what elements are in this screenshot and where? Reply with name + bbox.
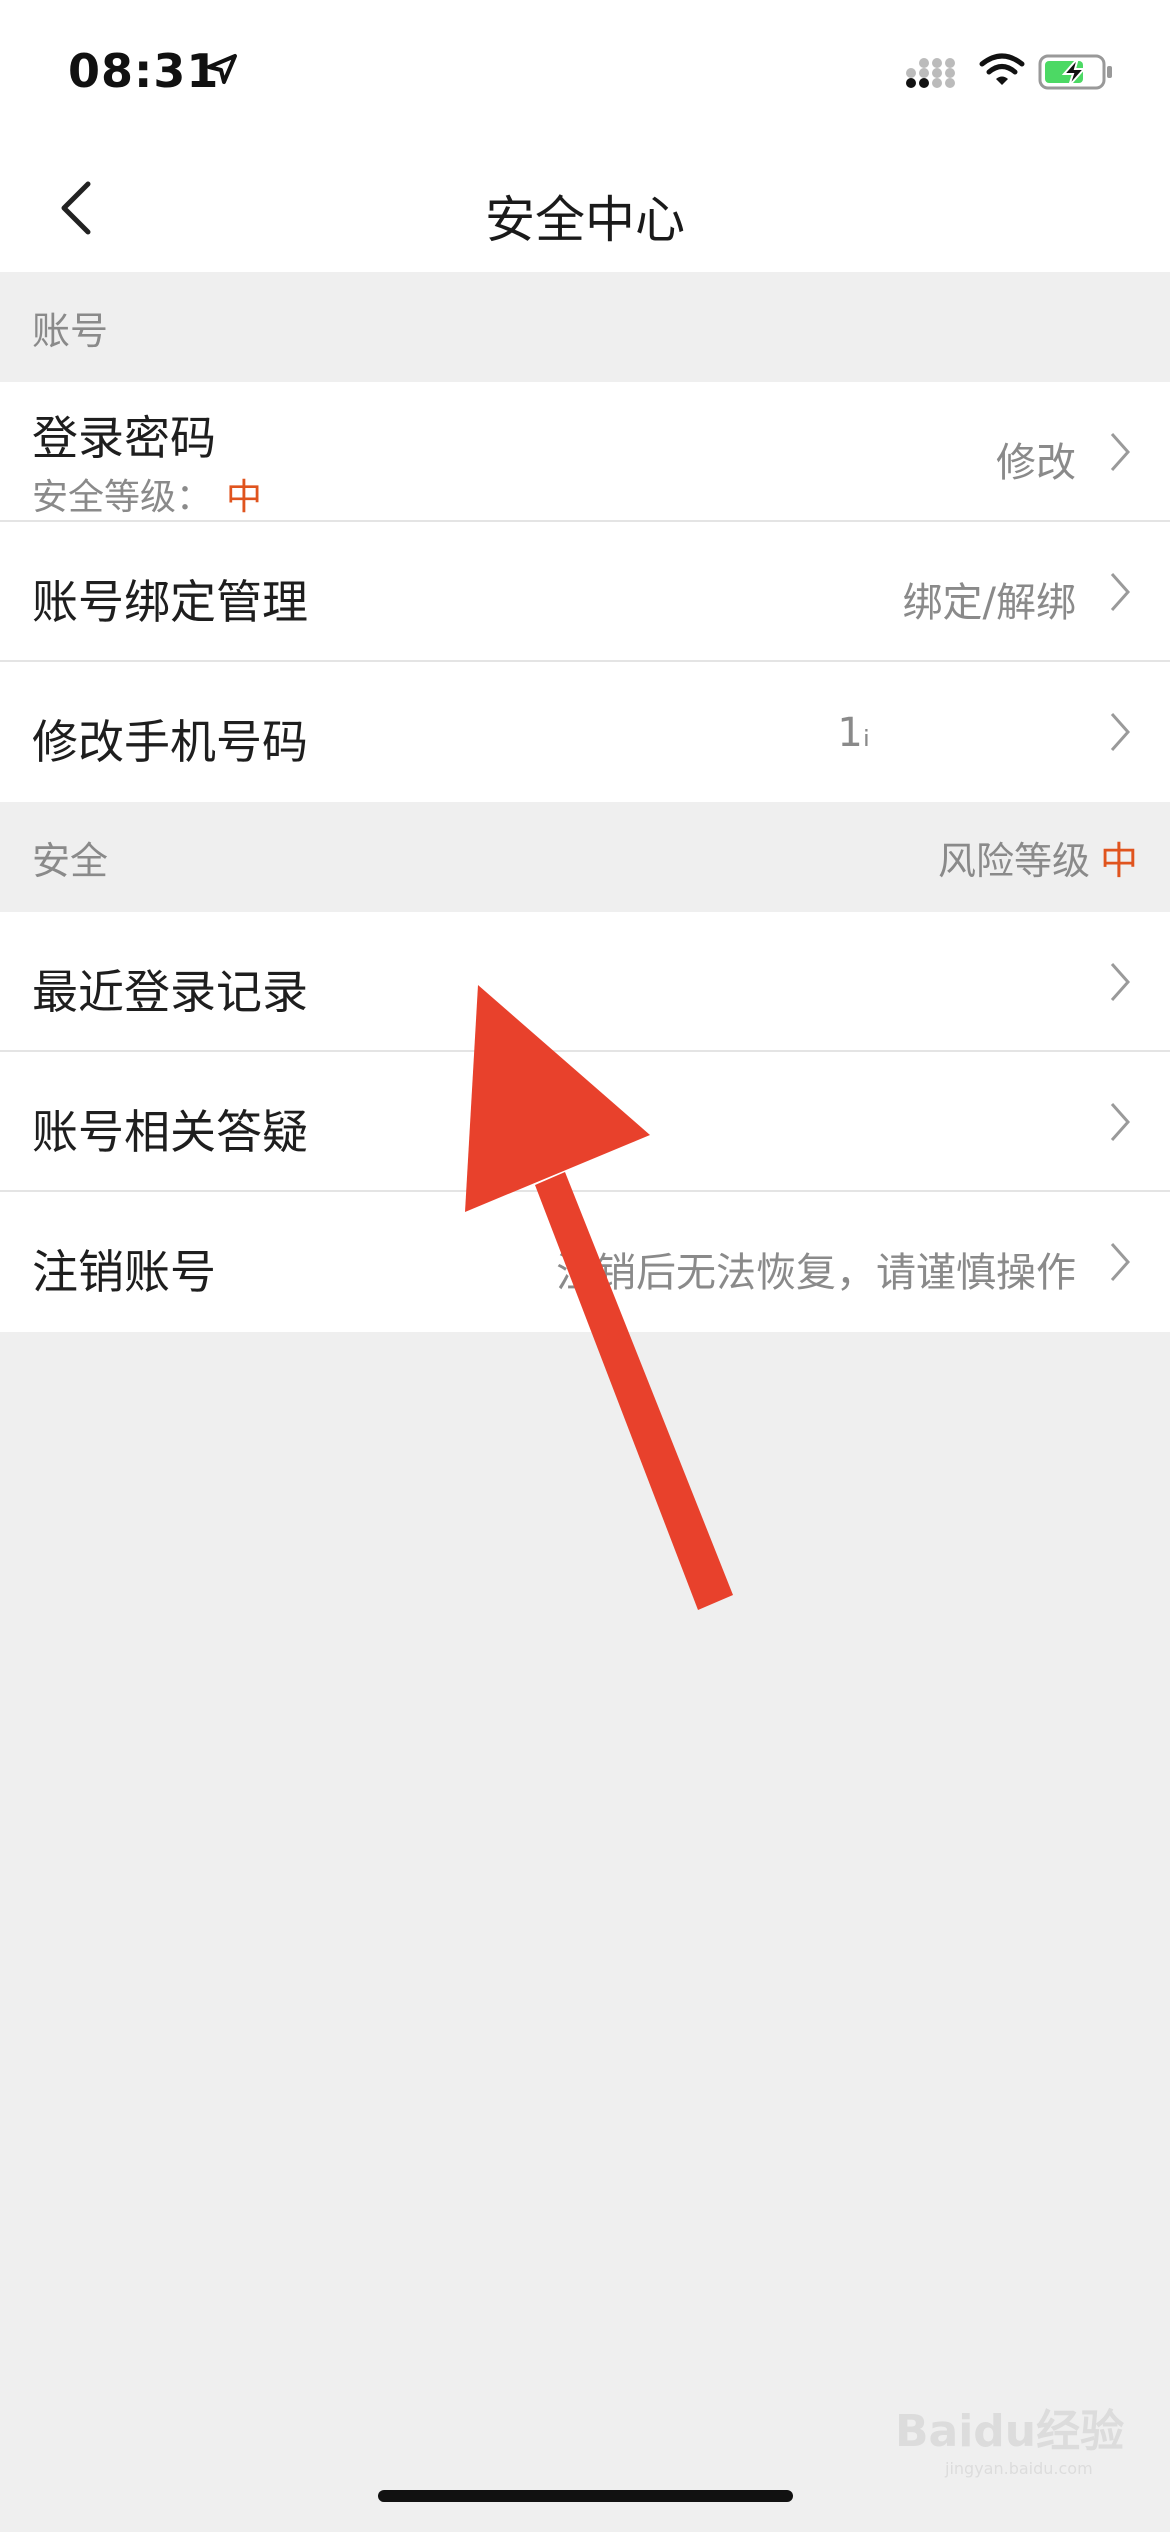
row-title: 登录密码 <box>32 411 216 465</box>
page-title: 安全中心 <box>485 191 685 249</box>
location-arrow-icon <box>207 54 237 84</box>
section-label-security: 安全 <box>32 839 109 883</box>
row-recent-logins[interactable]: 最近登录记录 <box>0 912 1170 1052</box>
row-delete-account[interactable]: 注销账号 注销后无法恢复，请谨慎操作 <box>0 1192 1170 1332</box>
chevron-right-icon <box>1110 573 1131 611</box>
row-title: 账号绑定管理 <box>32 575 308 629</box>
row-title: 账号相关答疑 <box>32 1105 308 1159</box>
wifi-icon <box>979 53 1025 85</box>
home-indicator[interactable] <box>378 2490 793 2502</box>
row-value: 1ᵢ <box>837 710 870 756</box>
row-account-binding[interactable]: 账号绑定管理 绑定/解绑 <box>0 522 1170 662</box>
security-level-value: 中 <box>226 477 263 518</box>
chevron-right-icon <box>1110 713 1131 751</box>
row-value: 绑定/解绑 <box>902 580 1076 626</box>
watermark-text: Baidu经验 <box>895 2406 1125 2457</box>
row-value: 注销后无法恢复，请谨慎操作 <box>556 1250 1076 1296</box>
row-login-password[interactable]: 登录密码 安全等级：中 修改 <box>0 382 1170 522</box>
cellular-signal-icon <box>906 58 955 88</box>
watermark-subtext: jingyan.baidu.com <box>945 2459 1093 2478</box>
chevron-right-icon <box>1110 1243 1131 1281</box>
status-time: 08:31 <box>68 44 220 98</box>
row-value: 修改 <box>996 440 1076 486</box>
nav-bar: 安全中心 <box>0 140 1170 272</box>
risk-level-label: 风险等级 <box>937 839 1090 883</box>
chevron-right-icon <box>1110 1103 1131 1141</box>
status-bar: 08:31 <box>0 0 1170 140</box>
battery-charging-icon <box>1038 54 1112 90</box>
security-level-label: 安全等级：中 <box>32 477 263 518</box>
row-title: 最近登录记录 <box>32 965 308 1019</box>
section-label-account: 账号 <box>32 309 109 353</box>
risk-level-value: 中 <box>1099 839 1138 883</box>
row-change-phone[interactable]: 修改手机号码 1ᵢ <box>0 662 1170 802</box>
section-header-account: 账号 <box>0 272 1170 382</box>
section-header-security: 安全 风险等级 中 <box>0 802 1170 912</box>
row-title: 注销账号 <box>32 1245 216 1299</box>
row-title: 修改手机号码 <box>32 715 308 769</box>
chevron-right-icon <box>1110 433 1131 471</box>
watermark-logo: Baidu经验 jingyan.baidu.com <box>895 2395 1124 2478</box>
chevron-right-icon <box>1110 963 1131 1001</box>
screen: 08:31 安全中心 账号 登录密码 安全等级： 中 修改 账号绑定管理 绑定/… <box>0 0 1170 2532</box>
row-account-faq[interactable]: 账号相关答疑 <box>0 1052 1170 1192</box>
